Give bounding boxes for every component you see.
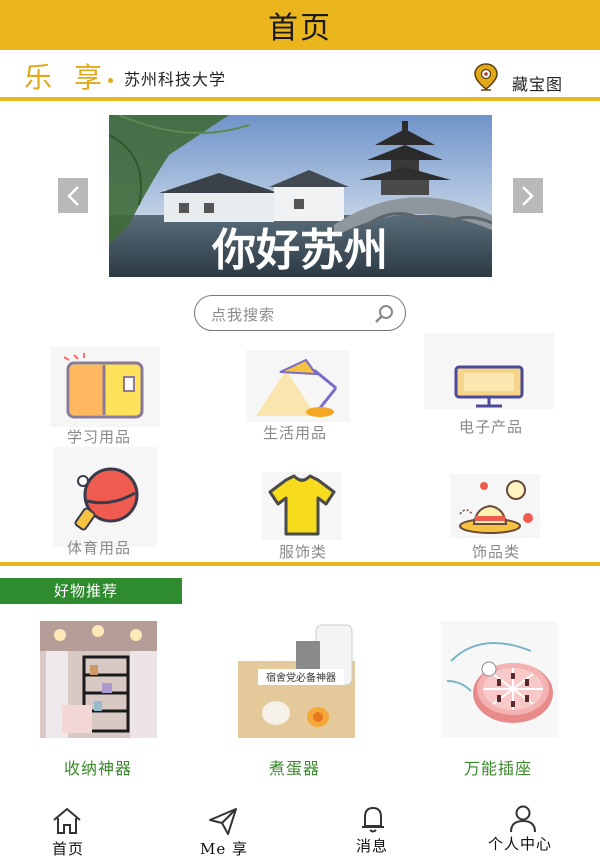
tab-profile[interactable]: 个人中心: [488, 800, 560, 858]
app-logo[interactable]: 乐 享: [24, 56, 116, 94]
t-shirt-icon: [268, 474, 336, 536]
treasure-map-link[interactable]: 藏宝图: [512, 71, 563, 95]
banner-carousel[interactable]: 你好苏州: [109, 115, 492, 277]
category-label: 电子产品: [459, 418, 524, 436]
top-bar: 首页: [0, 0, 600, 50]
product-label: 煮蛋器: [269, 759, 321, 778]
tab-label: 个人中心: [488, 835, 553, 853]
recommend-section-title: 好物推荐: [0, 578, 182, 604]
product-label: 万能插座: [464, 759, 533, 778]
category-tile: [450, 474, 540, 538]
tab-label: 消息: [356, 837, 389, 855]
carousel-next-button[interactable]: [513, 178, 543, 213]
category-tile: [424, 333, 554, 409]
category-label: 体育用品: [67, 539, 132, 557]
tab-messages[interactable]: 消息: [354, 800, 394, 858]
carousel-prev-button[interactable]: [58, 178, 88, 213]
hat-accessory-icon: [459, 480, 533, 534]
desk-lamp-icon: [256, 358, 338, 417]
bell-icon: [362, 806, 384, 833]
logo-dot: [108, 78, 113, 83]
monitor-icon: [454, 365, 524, 408]
banner-image: 你好苏州: [109, 115, 492, 277]
map-pin-icon[interactable]: [472, 62, 500, 92]
product-label: 收纳神器: [64, 759, 133, 778]
tab-label: Me 享: [200, 840, 249, 858]
product-image: [441, 621, 558, 738]
banner-caption: 你好苏州: [211, 225, 388, 276]
search-box[interactable]: 点我搜索: [194, 295, 406, 331]
notebook-icon: [63, 353, 144, 419]
divider: [0, 562, 600, 566]
tab-share[interactable]: Me 享: [198, 800, 250, 858]
category-label: 服饰类: [279, 543, 328, 561]
egg-cooker-overlay: 宿舍党必备神器: [266, 671, 336, 684]
category-label: 学习用品: [67, 428, 132, 446]
category-tile: [246, 350, 350, 422]
tab-label: 首页: [52, 840, 85, 858]
divider: [0, 97, 600, 101]
user-icon: [510, 805, 536, 833]
chevron-left-icon: [67, 185, 79, 206]
logo-char-xiang: 享: [74, 61, 103, 94]
tab-home[interactable]: 首页: [44, 800, 94, 858]
home-icon: [53, 807, 81, 834]
paper-plane-icon: [209, 808, 237, 835]
product-image: 宿舍党必备神器: [238, 621, 355, 738]
school-name: 苏州科技大学: [124, 70, 227, 89]
category-label: 生活用品: [263, 424, 328, 442]
logo-char-le: 乐: [24, 61, 53, 94]
product-image: [40, 621, 157, 738]
category-label: 饰品类: [472, 543, 521, 561]
category-tile: [53, 447, 157, 547]
category-tile: [262, 472, 342, 540]
page-title: 首页: [268, 11, 332, 46]
chevron-right-icon: [522, 185, 534, 206]
search-input[interactable]: 点我搜索: [211, 304, 275, 325]
ping-pong-paddle-icon: [74, 467, 139, 531]
category-tile: [50, 347, 160, 427]
search-icon[interactable]: [373, 303, 395, 325]
sub-header: 乐 享 苏州科技大学 藏宝图: [0, 50, 600, 96]
